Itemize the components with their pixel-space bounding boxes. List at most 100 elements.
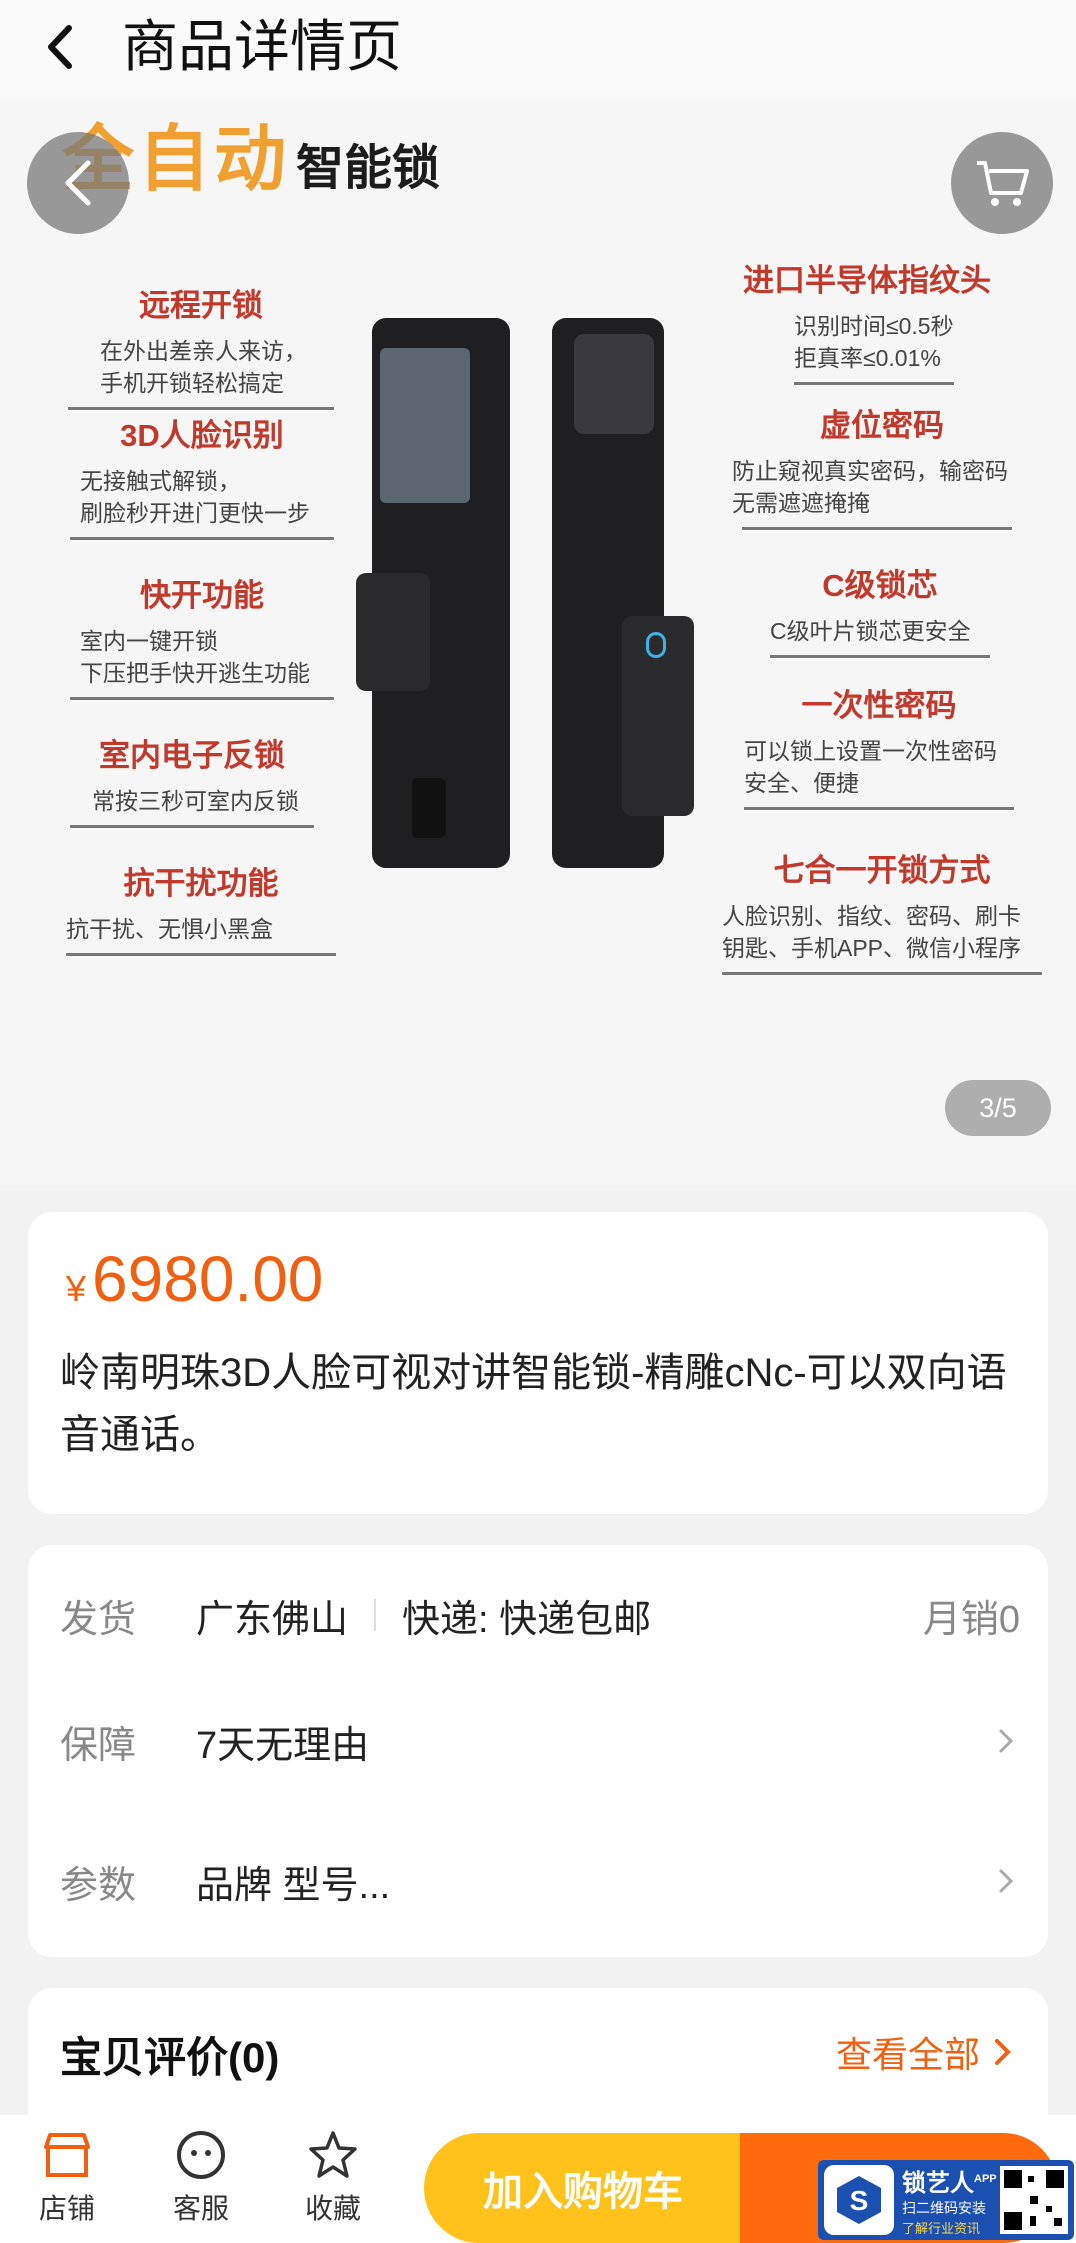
feature-title: 虚位密码 bbox=[820, 408, 944, 443]
feature-divider bbox=[742, 527, 1012, 530]
shipping-label: 发货 bbox=[60, 1598, 137, 1641]
feature-title: 3D人脸识别 bbox=[120, 418, 284, 453]
add-to-cart-button[interactable]: 加入购物车 bbox=[424, 2133, 742, 2243]
feature-divider bbox=[70, 697, 334, 700]
currency-symbol: ¥ bbox=[66, 1268, 87, 1309]
feature-quick-open: 快开功能 室内一键开锁 下压把手快开逃生功能 bbox=[70, 570, 334, 700]
feature-desc: 常按三秒可室内反锁 bbox=[92, 788, 299, 814]
chevron-left-icon bbox=[48, 25, 72, 69]
feature-desc: 可以锁上设置一次性密码 安全、便捷 bbox=[744, 738, 997, 796]
favorite-label: 收藏 bbox=[304, 2193, 361, 2224]
watermark-text: 锁艺人APP 扫二维码安装 了解行业资讯 bbox=[902, 2163, 997, 2237]
back-button[interactable] bbox=[38, 22, 82, 72]
guarantee-value: 7天无理由 bbox=[196, 1724, 370, 1767]
chevron-right-icon bbox=[999, 1869, 1014, 1893]
promo-headline-small: 智能锁 bbox=[296, 142, 441, 195]
feature-title: 进口半导体指纹头 bbox=[743, 263, 991, 298]
feature-divider bbox=[794, 382, 954, 385]
cart-button[interactable] bbox=[951, 132, 1053, 234]
feature-desc: 抗干扰、无惧小黑盒 bbox=[66, 916, 273, 942]
feature-indoor-lock: 室内电子反锁 常按三秒可室内反锁 bbox=[70, 730, 314, 828]
feature-title: 一次性密码 bbox=[801, 688, 957, 723]
lock-camera bbox=[574, 334, 654, 434]
feature-title: C级锁芯 bbox=[822, 568, 938, 603]
feature-title: 远程开锁 bbox=[139, 288, 263, 323]
customer-service-label: 客服 bbox=[172, 2193, 229, 2224]
feature-remote-unlock: 远程开锁 在外出差亲人来访， 手机开锁轻松搞定 bbox=[68, 280, 334, 410]
store-tab[interactable]: 店铺 bbox=[12, 2129, 122, 2239]
params-label: 参数 bbox=[60, 1864, 137, 1907]
guarantee-row[interactable]: 保障 7天无理由 bbox=[60, 1711, 1020, 1771]
watermark-name: 锁艺人 bbox=[902, 2170, 974, 2197]
express-info: 快递: 快递包邮 bbox=[402, 1598, 652, 1641]
params-value: 品牌 型号... bbox=[196, 1864, 391, 1907]
product-image-gallery[interactable]: 全自动 智能锁 远程开锁 在外出差亲人来访， 手机开锁轻松搞定 3D人脸识别 无… bbox=[0, 100, 1076, 1185]
feature-title: 七合一开锁方式 bbox=[773, 853, 991, 888]
fingerprint-icon bbox=[646, 632, 666, 658]
feature-desc: 室内一键开锁 下压把手快开逃生功能 bbox=[80, 628, 310, 686]
favorite-tab[interactable]: 收藏 bbox=[278, 2129, 388, 2239]
lock-front-image bbox=[356, 318, 510, 868]
feature-title: 室内电子反锁 bbox=[99, 738, 285, 773]
chevron-right-icon bbox=[995, 2039, 1011, 2065]
feature-desc: 无接触式解锁， 刷脸秒开进门更快一步 bbox=[80, 468, 310, 526]
chat-bubble-icon bbox=[177, 2131, 225, 2179]
top-nav-bar: 商品详情页 bbox=[0, 0, 1076, 100]
feature-divider bbox=[70, 537, 334, 540]
monthly-sales: 月销0 bbox=[922, 1598, 1020, 1641]
lock-handle bbox=[622, 616, 694, 816]
svg-text:S: S bbox=[850, 2185, 869, 2216]
view-all-reviews-link[interactable]: 查看全部 bbox=[836, 2026, 1018, 2078]
feature-virtual-password: 虚位密码 防止窥视真实密码，输密码 无需遮遮掩掩 bbox=[732, 400, 1032, 530]
store-label: 店铺 bbox=[38, 2193, 95, 2224]
feature-desc: 在外出差亲人来访， 手机开锁轻松搞定 bbox=[100, 338, 307, 396]
lock-screen bbox=[380, 348, 470, 503]
feature-divider bbox=[70, 825, 314, 828]
star-icon bbox=[309, 2131, 357, 2178]
reviews-title: 宝贝评价(0) bbox=[60, 2034, 280, 2081]
price: ¥ 6980.00 bbox=[66, 1242, 323, 1316]
store-icon bbox=[44, 2133, 90, 2177]
divider bbox=[374, 1599, 377, 1631]
price-card: ¥ 6980.00 岭南明珠3D人脸可视对讲智能锁-精雕cNc-可以双向语音通话… bbox=[28, 1212, 1048, 1514]
feature-desc: 人脸识别、指纹、密码、刷卡 钥匙、手机APP、微信小程序 bbox=[722, 903, 1022, 961]
feature-title: 快开功能 bbox=[140, 578, 264, 613]
feature-c-class-core: C级锁芯 C级叶片锁芯更安全 bbox=[770, 560, 990, 658]
feature-desc: 识别时间≤0.5秒 拒真率≤0.01% bbox=[794, 313, 954, 371]
chevron-right-icon bbox=[999, 1729, 1014, 1753]
watermark-line2: 了解行业资讯 bbox=[902, 2221, 981, 2236]
feature-one-time-password: 一次性密码 可以锁上设置一次性密码 安全、便捷 bbox=[744, 680, 1014, 810]
shopping-cart-icon bbox=[977, 161, 1029, 206]
brand-logo-icon: S bbox=[824, 2165, 894, 2235]
guarantee-label: 保障 bbox=[60, 1724, 137, 1767]
gallery-back-button[interactable] bbox=[27, 132, 129, 234]
qr-code-icon bbox=[1000, 2166, 1068, 2234]
chevron-left-icon bbox=[65, 160, 91, 206]
price-amount: 6980.00 bbox=[92, 1243, 324, 1315]
feature-divider bbox=[744, 807, 1014, 810]
feature-divider bbox=[722, 972, 1042, 975]
feature-desc: 防止窥视真实密码，输密码 无需遮遮掩掩 bbox=[732, 458, 1008, 516]
view-all-label: 查看全部 bbox=[835, 2034, 980, 2075]
feature-seven-in-one: 七合一开锁方式 人脸识别、指纹、密码、刷卡 钥匙、手机APP、微信小程序 bbox=[722, 845, 1042, 975]
customer-service-tab[interactable]: 客服 bbox=[146, 2129, 256, 2239]
params-row[interactable]: 参数 品牌 型号... bbox=[60, 1851, 1020, 1911]
page-title: 商品详情页 bbox=[122, 15, 402, 78]
feature-fingerprint: 进口半导体指纹头 识别时间≤0.5秒 拒真率≤0.01% bbox=[724, 255, 1010, 385]
lock-back-image bbox=[552, 318, 694, 868]
shipping-row: 发货 广东佛山 快递: 快递包邮 月销0 bbox=[60, 1585, 1020, 1645]
shipping-info-card: 发货 广东佛山 快递: 快递包邮 月销0 保障 7天无理由 参数 品牌 型号..… bbox=[28, 1545, 1048, 1957]
product-title: 岭南明珠3D人脸可视对讲智能锁-精雕cNc-可以双向语音通话。 bbox=[60, 1351, 1007, 1457]
feature-title: 抗干扰功能 bbox=[123, 866, 279, 901]
lock-handle bbox=[356, 573, 430, 691]
feature-face-recognition: 3D人脸识别 无接触式解锁， 刷脸秒开进门更快一步 bbox=[70, 410, 334, 540]
watermark-logo: S 锁艺人APP 扫二维码安装 了解行业资讯 bbox=[818, 2160, 1074, 2240]
lock-knob bbox=[412, 778, 446, 838]
watermark-sup: APP bbox=[974, 2173, 997, 2185]
watermark-line1: 扫二维码安装 bbox=[902, 2200, 986, 2216]
feature-desc: C级叶片锁芯更安全 bbox=[770, 618, 971, 644]
feature-anti-interference: 抗干扰功能 抗干扰、无惧小黑盒 bbox=[66, 858, 336, 956]
image-counter: 3/5 bbox=[945, 1080, 1051, 1136]
feature-divider bbox=[66, 953, 336, 956]
feature-divider bbox=[770, 655, 990, 658]
